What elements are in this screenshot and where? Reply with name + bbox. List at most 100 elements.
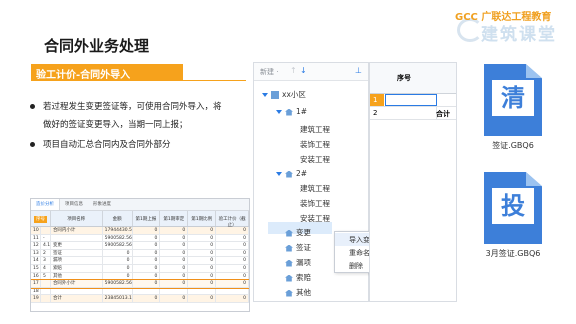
table-cell-c1 (133, 287, 161, 295)
table-row[interactable]: 18 (31, 287, 249, 296)
table-cell-no: 18 (31, 287, 41, 295)
table-cell-c1: 0 (133, 264, 161, 272)
file-qing-icon[interactable]: 清 签证.GBQ6 (484, 64, 542, 150)
table-body: 10 合同内小计 17944430.59 0 0 0 0 11-5900582.56 0 0 0 0 1… (31, 227, 249, 303)
file-glyph: 投 (492, 188, 534, 224)
house-icon (285, 108, 293, 116)
col-period-approved: 第1期审定 (160, 211, 189, 226)
tree-item-label: 索赔 (296, 273, 311, 282)
table-cell-name: 合计 (51, 295, 103, 302)
pin-icon[interactable]: ⊥ (355, 66, 362, 75)
grid-cell[interactable] (385, 107, 437, 119)
tab-project-info[interactable]: 项目信息 (60, 199, 88, 210)
logo: GCC 广联达工程教育 建筑课堂 (455, 8, 570, 45)
grid-row[interactable]: 1 (370, 94, 456, 107)
table-row[interactable]: 10 合同内小计 17944430.59 0 0 0 0 (31, 227, 249, 235)
tree-item[interactable]: 签证 (276, 242, 311, 253)
page-title: 合同外业务处理 (44, 37, 150, 55)
file-glyph: 清 (492, 80, 534, 116)
col-period-ratio: 第1期比例 (188, 211, 217, 226)
expand-caret-icon[interactable] (276, 110, 282, 114)
table-cell-no: 12 (31, 242, 41, 249)
tree-item[interactable]: 建筑工程 (300, 183, 330, 194)
tab-cost-analysis[interactable]: 造价分析 (31, 199, 60, 210)
grid-row[interactable]: 2 合计 (370, 107, 456, 120)
table-cell-c2 (160, 287, 189, 295)
house-icon (285, 244, 293, 252)
tree-item-label: 漏项 (296, 258, 311, 267)
tree-item[interactable]: 装饰工程 (300, 198, 330, 209)
table-cell-amount: 5900582.56 (104, 234, 133, 242)
table-cell-c3: 0 (188, 264, 217, 272)
table-row[interactable]: 19 合计 23845013.15 0 0 0 0 (31, 295, 249, 303)
table-cell-c3: 0 (188, 257, 217, 264)
table-row[interactable]: 17 合同外小计 5900582.56 0 0 0 0 (31, 279, 249, 289)
table-cell-c4: 0 (216, 264, 249, 272)
table-row[interactable]: 13 2 签证 0 0 0 0 0 (31, 249, 249, 258)
house-icon (285, 274, 293, 282)
new-button[interactable]: 新建 · (260, 67, 278, 77)
table-cell-c1: 0 (133, 280, 161, 287)
tree-item[interactable]: 安装工程 (300, 154, 330, 165)
tree-item[interactable]: 2# (276, 169, 307, 178)
table-cell-c1: 0 (133, 257, 161, 264)
grid-header: 序号 (370, 63, 456, 94)
row-number: 1 (373, 96, 378, 104)
table-cell-amount (103, 287, 133, 295)
table-cell-c4: 0 (216, 234, 249, 242)
table-cell-name (51, 287, 103, 295)
table-cell-c1: 0 (133, 295, 161, 302)
table-cell-c2: 0 (160, 234, 189, 242)
table-cell-name (51, 234, 103, 242)
table-row[interactable]: 16 5 其他 0 0 0 0 0 (31, 272, 249, 281)
tree-item[interactable]: 1# (276, 107, 307, 116)
house-icon (285, 170, 293, 178)
table-cell-c3: 0 (188, 242, 217, 249)
grid-cell-active[interactable] (385, 94, 437, 106)
tree-item[interactable]: 建筑工程 (300, 124, 330, 135)
table-cell-c4: 0 (216, 280, 249, 287)
table-cell-c3: 0 (188, 249, 217, 257)
tab-progress[interactable]: 形象进度 (88, 199, 116, 210)
table-row[interactable]: 11-5900582.56 0 0 0 0 (31, 234, 249, 243)
tree-item-label: 装饰工程 (300, 199, 330, 208)
section-label: 验工计价-合同外导入 (36, 70, 131, 81)
tree-item[interactable]: 安装工程 (300, 213, 330, 224)
tree-item[interactable]: 漏项 (276, 257, 311, 268)
arrow-down-icon[interactable]: ↓ (300, 66, 307, 75)
expand-caret-icon[interactable] (276, 172, 282, 176)
table-cell-c1: 0 (133, 227, 161, 234)
tree-item[interactable]: 变更 (276, 227, 311, 238)
file-name: 签证.GBQ6 (492, 141, 534, 150)
table-cell-c1: 0 (133, 242, 161, 249)
table-cell-c2: 0 (160, 280, 189, 287)
table-cell-c3: 0 (188, 234, 217, 242)
tree-item[interactable]: 其他 (276, 287, 311, 298)
tree-item-label: 安装工程 (300, 214, 330, 223)
row-number: 2 (373, 109, 378, 117)
expand-caret-icon[interactable] (262, 93, 268, 97)
table-row[interactable]: 15 4 索赔 0 0 0 0 0 (31, 264, 249, 273)
file-tou-icon[interactable]: 投 3月签证.GBQ6 (484, 172, 542, 258)
table-row[interactable]: 12 4.1 变更 5900582.56 0 0 0 0 (31, 242, 249, 250)
table-cell-amount: 0 (103, 257, 133, 264)
table-cell-c3: 0 (188, 272, 217, 280)
tree-item-label: xx小区 (282, 90, 306, 99)
tree-item[interactable]: 索赔 (276, 272, 311, 283)
arrow-up-icon[interactable]: ↑ (290, 66, 297, 75)
section-banner: 验工计价-合同外导入 (31, 64, 183, 81)
house-icon (285, 259, 293, 267)
bullet-item: 若过程发生变更签证等，可使用合同外导入，将做好的签证变更导入，当期一同上报； (29, 98, 225, 134)
logo-brand-big: 建筑课堂 (481, 25, 557, 45)
table-cell-c2: 0 (160, 264, 189, 272)
table-cell-seq (41, 227, 51, 234)
tree-item[interactable]: xx小区 (262, 89, 306, 100)
table-cell-c3: 0 (188, 280, 217, 287)
table-tabs: 造价分析 项目信息 形象进度 (31, 199, 249, 211)
table-header: 序号 项目名称 金额 第1期上报 第1期审定 第1期比例 验工计价（截止） (31, 211, 249, 228)
table-row[interactable]: 14 3 漏项 0 0 0 0 0 (31, 257, 249, 265)
table-cell-c1: 0 (133, 234, 161, 242)
col-period-report: 第1期上报 (133, 211, 161, 226)
tree-item[interactable]: 装饰工程 (300, 139, 330, 150)
table-cell-amount: 5900582.56 (104, 280, 133, 287)
